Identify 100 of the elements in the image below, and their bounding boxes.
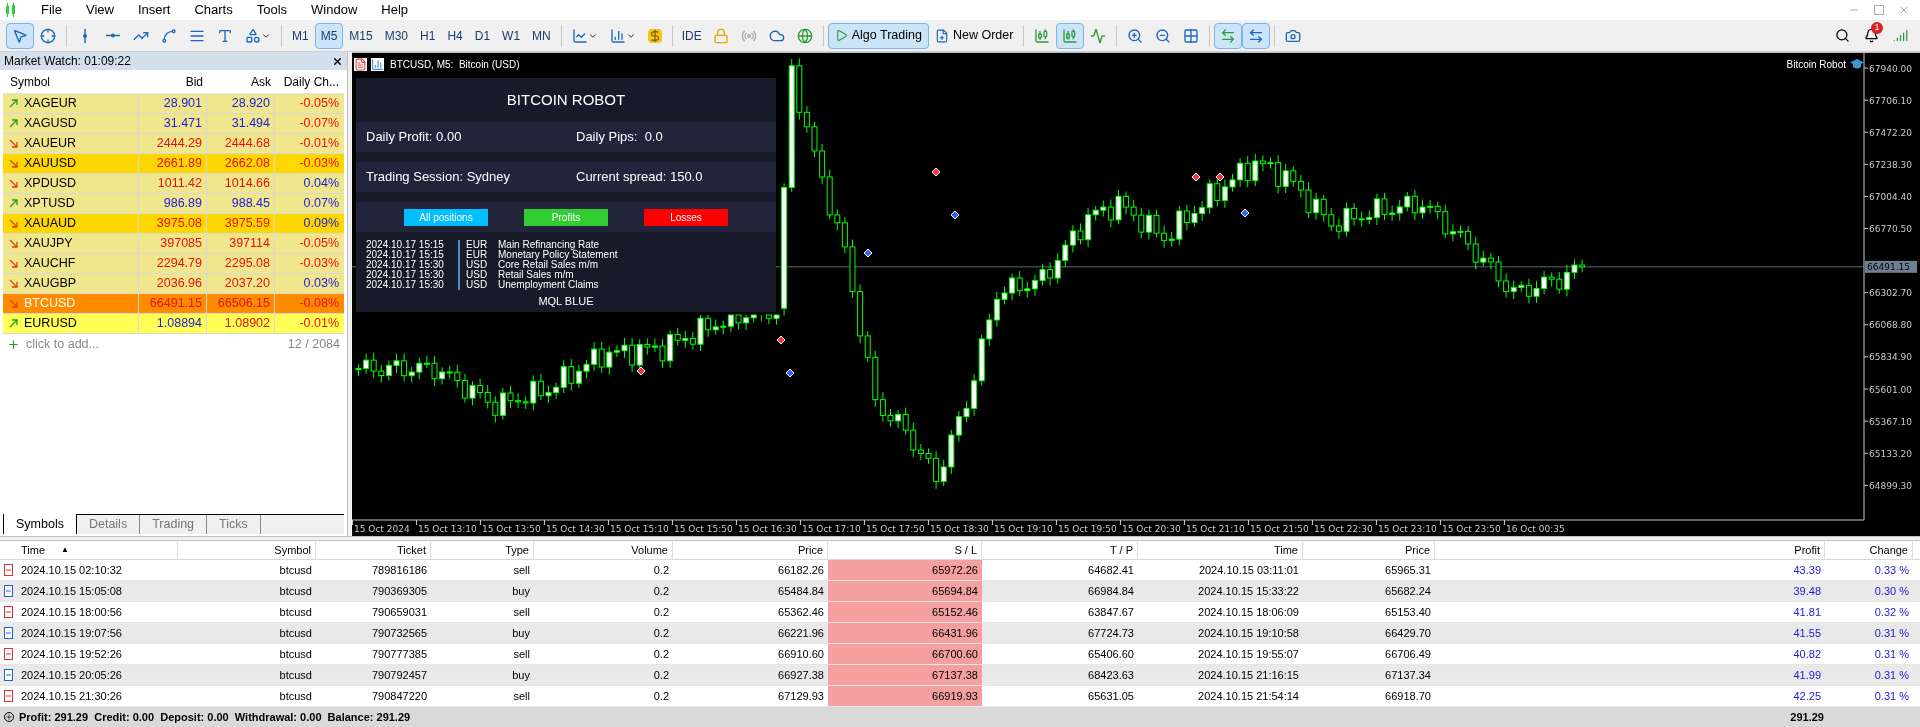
column-header[interactable]: Symbol	[3, 72, 139, 91]
table-cell-text: buy	[511, 667, 531, 683]
menu-item[interactable]: Charts	[183, 0, 244, 20]
table-cell-text: 2024.10.15 21:30:26	[20, 688, 123, 704]
timeframe-button[interactable]: H1	[414, 22, 442, 49]
stop-loss-cell: 67137.38	[828, 665, 982, 685]
column-header[interactable]: Volume	[534, 541, 673, 559]
symbol-row[interactable]: XAUUSD 2661.89 2662.08 -0.03%	[3, 154, 344, 174]
timeframe-button[interactable]: MN	[526, 22, 557, 49]
menu-item[interactable]: Window	[300, 0, 369, 20]
symbol-count: 12 / 2084	[287, 335, 340, 353]
symbol-name: XAUJPY	[24, 235, 73, 253]
trade-row[interactable]: 2024.10.15 19:52:26 btcusd 790777385 sell 0.2 66910.60 66700.60 65406.60 2024.10.15 19:55:07 66706.49 40.82 0.31 %	[0, 644, 1920, 665]
table-cell-text: 0.2	[652, 583, 670, 599]
symbol-row[interactable]: XPTUSD 986.89 988.45 0.07%	[3, 194, 344, 214]
symbol-row[interactable]: XAUAUD 3975.08 3975.59 0.09%	[3, 214, 344, 234]
column-header[interactable]: T / P	[982, 541, 1138, 559]
price-label: 67940.00	[1869, 63, 1912, 74]
time-label: 15 Oct 18:30	[930, 524, 989, 534]
symbol-row[interactable]: XAGUSD 31.471 31.494 -0.07%	[3, 114, 344, 134]
daily-change: -0.05%	[298, 235, 340, 253]
time-label: 15 Oct 19:10	[994, 524, 1053, 534]
menu-item[interactable]: Tools	[245, 0, 299, 20]
add-symbol-field[interactable]: click to add...	[26, 334, 99, 354]
column-header[interactable]: Time ▲	[17, 541, 178, 559]
expert-name: Bitcoin Robot	[1786, 58, 1846, 72]
symbol-row[interactable]: XAUEUR 2444.29 2444.68 -0.01%	[3, 134, 344, 154]
column-header[interactable]: S / L	[828, 541, 982, 559]
column-header[interactable]: Time	[1138, 541, 1303, 559]
panel-tab[interactable]: Details	[76, 515, 141, 534]
trade-row[interactable]: 2024.10.15 18:00:56 btcusd 790659031 sell 0.2 65362.46 65152.46 63847.67 2024.10.15 18:06:09 65153.40 41.81 0.32 %	[0, 602, 1920, 623]
symbol-name: XAGEUR	[24, 95, 77, 113]
panel-tab[interactable]: Ticks	[207, 515, 261, 534]
timeframe-button[interactable]: M30	[378, 22, 415, 49]
news-event: Main Refinancing Rate	[498, 240, 600, 250]
table-cell-text: 2024.10.15 20:05:26	[20, 667, 123, 683]
timeframe-button[interactable]: M5	[314, 22, 344, 49]
column-header[interactable]: Bid	[139, 72, 207, 91]
daily-change: 0.03%	[302, 275, 340, 293]
column-header[interactable]: Ask	[207, 72, 275, 91]
ide-button[interactable]: IDE	[676, 22, 707, 49]
menu-item[interactable]: Help	[370, 0, 420, 20]
timeframe-button[interactable]: H4	[441, 22, 469, 49]
trade-row[interactable]: 2024.10.15 02:10:32 btcusd 789816186 sell 0.2 66182.26 65972.26 64682.41 2024.10.15 03:11:01 65965.31 43.39 0.33 %	[0, 560, 1920, 581]
column-header[interactable]: Type	[431, 541, 534, 559]
symbol-row[interactable]: XAGEUR 28.901 28.920 -0.05%	[3, 94, 344, 114]
table-cell-text: 66918.70	[1384, 688, 1432, 704]
symbol-row[interactable]: XPDUSD 1011.42 1014.66 0.04%	[3, 174, 344, 194]
ask-price: 31.494	[207, 114, 275, 133]
menu-item[interactable]: View	[74, 0, 125, 20]
table-cell-text: 65682.24	[1384, 583, 1432, 599]
panel-tab[interactable]: Trading	[140, 515, 208, 534]
column-header[interactable]: Daily Ch...	[275, 72, 343, 91]
table-cell-text: 40.82	[1792, 646, 1822, 662]
ask-price: 66506.15	[207, 294, 275, 313]
table-cell-text: btcusd	[278, 646, 313, 662]
ask-price: 2037.20	[207, 274, 275, 293]
time-label: 15 Oct 19:50	[1058, 524, 1117, 534]
daily-change: -0.03%	[298, 255, 340, 273]
trade-row[interactable]: 2024.10.15 20:05:26 btcusd 790792457 buy 0.2 66927.38 67137.38 68423.63 2024.10.15 21:16:15 67137.34 41.99 0.31 %	[0, 665, 1920, 686]
filter-button[interactable]: Losses	[644, 208, 728, 226]
news-time: 2024.10.17 15:15	[366, 240, 445, 250]
table-cell-text: 0.30 %	[1873, 583, 1910, 599]
table-cell-text: 65484.84	[777, 583, 825, 599]
time-label: 15 Oct 23:10	[1378, 524, 1437, 534]
trade-row[interactable]: 2024.10.15 19:07:56 btcusd 790732565 buy 0.2 66221.96 66431.96 67724.73 2024.10.15 19:10:58 66429.70 41.55 0.31 %	[0, 623, 1920, 644]
bid-price: 2444.29	[139, 134, 207, 153]
trade-row[interactable]: 2024.10.15 21:30:26 btcusd 790847220 sell 0.2 67129.93 66919.93 65631.05 2024.10.15 21:54:14 66918.70 42.25 0.31 %	[0, 686, 1920, 707]
table-cell-text: 0.31 %	[1873, 646, 1910, 662]
column-header[interactable]: Profit	[1435, 541, 1825, 559]
trade-row[interactable]: 2024.10.15 15:05:08 btcusd 790369305 buy 0.2 65484.84 65694.84 66984.84 2024.10.15 15:33:22 65682.24 39.48 0.30 %	[0, 581, 1920, 602]
algo-trading-button[interactable]: Algo Trading	[827, 22, 929, 49]
column-header[interactable]: Price	[1303, 541, 1435, 559]
symbol-row[interactable]: EURUSD 1.08894 1.08902 -0.01%	[3, 314, 344, 334]
column-header[interactable]: Price	[673, 541, 828, 559]
menu-item[interactable]: File	[30, 0, 73, 20]
symbol-row[interactable]: XAUCHF 2294.79 2295.08 -0.03%	[3, 254, 344, 274]
table-cell-text: 0.33 %	[1873, 562, 1910, 578]
daily-change: -0.05%	[298, 95, 340, 113]
column-header[interactable]: Ticket	[316, 541, 431, 559]
ask-price: 3975.59	[207, 214, 275, 233]
table-cell-text: sell	[512, 604, 531, 620]
table-cell-text: 43.39	[1792, 562, 1822, 578]
symbol-row[interactable]: XAUJPY 397085 397114 -0.05%	[3, 234, 344, 254]
menu-item[interactable]: Insert	[126, 0, 182, 20]
column-header[interactable]: Symbol	[178, 541, 316, 559]
table-cell-text: 790369305	[370, 583, 428, 599]
table-cell-text: 2024.10.15 15:33:22	[1197, 583, 1300, 599]
symbol-name: XAUAUD	[24, 215, 77, 233]
panel-tab[interactable]: Symbols	[3, 514, 77, 534]
column-header[interactable]: Change	[1825, 541, 1913, 559]
symbol-row[interactable]: XAUGBP 2036.96 2037.20 0.03%	[3, 274, 344, 294]
table-cell-text: 790847220	[370, 688, 428, 704]
new-order-button[interactable]: New Order	[928, 22, 1020, 49]
timeframe-button[interactable]: D1	[468, 22, 497, 49]
timeframe-button[interactable]: W1	[496, 22, 527, 49]
timeframe-button[interactable]: M15	[343, 22, 379, 49]
symbol-name: XAUEUR	[24, 135, 77, 153]
timeframe-button[interactable]: M1	[286, 22, 315, 49]
table-cell-text: buy	[511, 625, 531, 641]
